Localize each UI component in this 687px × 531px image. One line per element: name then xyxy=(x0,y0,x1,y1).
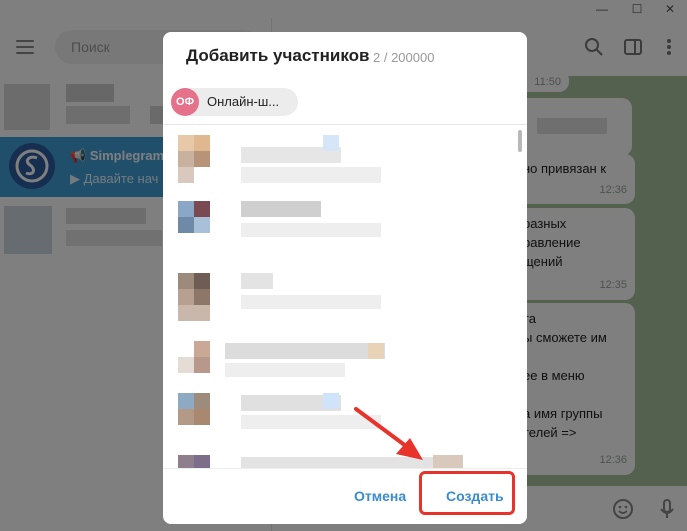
blurred-avatar xyxy=(178,135,194,151)
blurred-avatar xyxy=(178,217,194,233)
contact-row[interactable] xyxy=(163,393,513,453)
add-members-dialog: Добавить участников 2 / 200000 ОФ Онлайн… xyxy=(163,32,527,524)
blurred-text xyxy=(225,363,345,377)
chip-label: Онлайн-ш... xyxy=(207,94,280,109)
blurred-text xyxy=(241,201,321,217)
blurred-text xyxy=(241,457,461,468)
blurred-text xyxy=(433,455,463,468)
blurred-avatar xyxy=(194,455,210,468)
contacts-list xyxy=(163,125,527,468)
dialog-title: Добавить участников xyxy=(186,46,370,65)
blurred-avatar xyxy=(178,201,194,217)
annotation-highlight-box xyxy=(419,471,515,515)
selected-member-chip[interactable]: ОФ Онлайн-ш... xyxy=(171,88,298,116)
blurred-avatar xyxy=(194,341,210,357)
blurred-avatar xyxy=(178,289,194,305)
blurred-avatar xyxy=(194,409,210,425)
blurred-avatar xyxy=(194,393,210,409)
scrollbar-thumb[interactable] xyxy=(518,130,522,152)
blurred-avatar xyxy=(178,305,210,321)
blurred-avatar xyxy=(178,167,194,183)
contact-row[interactable] xyxy=(163,341,513,401)
contact-row[interactable] xyxy=(163,201,513,261)
blurred-avatar xyxy=(194,217,210,233)
footer-divider xyxy=(163,468,527,469)
blurred-text xyxy=(241,167,381,183)
blurred-avatar xyxy=(178,151,194,167)
contact-row[interactable] xyxy=(163,135,513,195)
blurred-text xyxy=(241,295,381,309)
blurred-avatar xyxy=(194,135,210,151)
blurred-avatar xyxy=(178,409,194,425)
blurred-text xyxy=(241,273,273,289)
blurred-avatar xyxy=(178,393,194,409)
blurred-avatar xyxy=(178,455,194,468)
blurred-text xyxy=(368,343,384,359)
cancel-button[interactable]: Отмена xyxy=(354,488,406,504)
blurred-avatar xyxy=(194,273,210,289)
members-counter: 2 / 200000 xyxy=(373,50,435,65)
blurred-text xyxy=(241,415,381,429)
contact-row[interactable] xyxy=(163,455,513,468)
blurred-avatar xyxy=(178,357,194,373)
blurred-avatar xyxy=(194,289,210,305)
blurred-text xyxy=(225,343,385,359)
blurred-text xyxy=(323,393,339,409)
blurred-avatar xyxy=(178,273,194,289)
blurred-avatar xyxy=(194,151,210,167)
blurred-text xyxy=(241,223,381,237)
blurred-text xyxy=(323,135,339,151)
blurred-avatar xyxy=(194,357,210,373)
contacts-scrollbar[interactable] xyxy=(518,130,522,465)
chip-avatar: ОФ xyxy=(171,88,199,116)
contact-row[interactable] xyxy=(163,273,513,333)
blurred-avatar xyxy=(194,201,210,217)
